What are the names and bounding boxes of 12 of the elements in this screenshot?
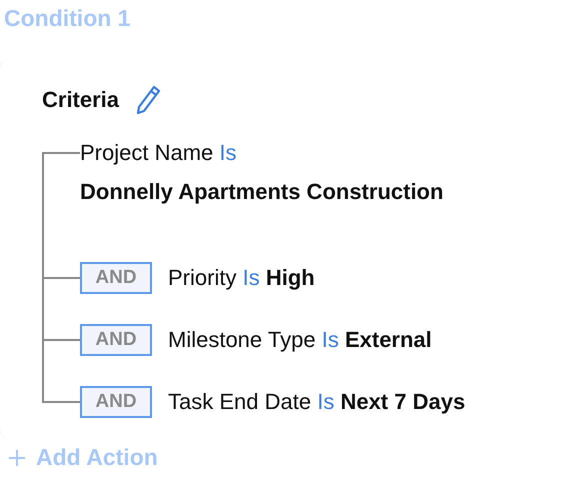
criterion-text: Project Name Is	[80, 139, 238, 167]
criterion-value: Donnelly Apartments Construction	[80, 178, 444, 206]
and-badge[interactable]: AND	[80, 324, 152, 356]
condition-title: Condition 1	[3, 4, 132, 33]
criteria-heading: Criteria	[42, 87, 120, 113]
and-badge[interactable]: AND	[80, 262, 152, 294]
criterion-text: Task End Date Is Next 7 Days	[168, 388, 466, 416]
criterion-text: Milestone Type Is External	[168, 326, 432, 354]
criterion-text: Priority Is High	[168, 264, 315, 292]
edit-icon[interactable]	[135, 85, 162, 115]
and-badge[interactable]: AND	[80, 386, 152, 418]
add-action-link[interactable]: Add Action	[36, 444, 158, 471]
